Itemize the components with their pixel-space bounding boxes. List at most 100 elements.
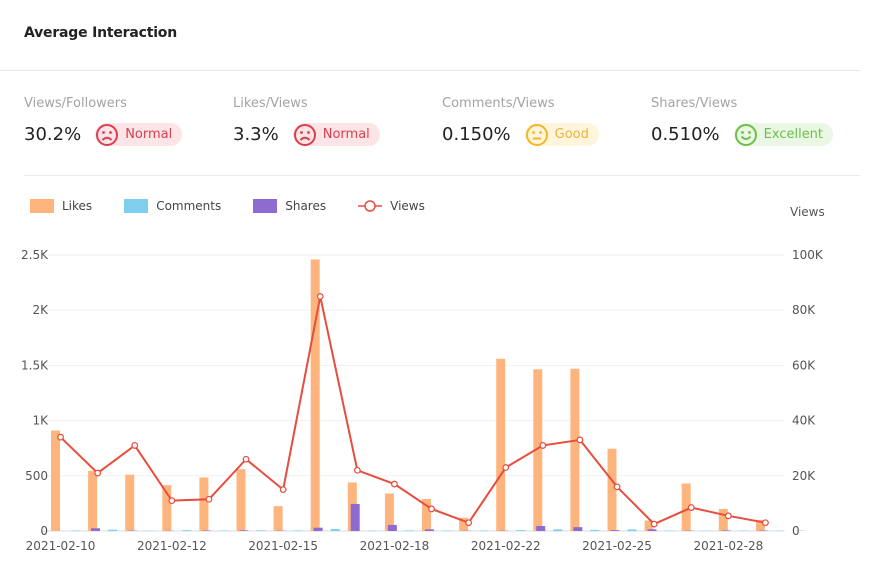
- y-tick-label: 500: [25, 469, 48, 483]
- bar-likes: [273, 506, 283, 531]
- bar-likes: [88, 470, 98, 531]
- bar-comments: [71, 530, 80, 531]
- sad-face-icon: [95, 123, 119, 147]
- x-tick-label: 2021-02-25: [582, 539, 652, 553]
- bar-likes: [644, 520, 654, 531]
- bar-likes: [125, 474, 135, 531]
- bar-shares: [536, 526, 546, 531]
- status-text: Good: [554, 127, 589, 142]
- bar-comments: [404, 530, 414, 531]
- views-point: [279, 486, 287, 494]
- views-point: [168, 497, 176, 505]
- legend-label: Views: [390, 199, 425, 213]
- views-point: [539, 442, 547, 449]
- metric-shares-per-views: Shares/Views 0.510% Excellent: [651, 96, 834, 147]
- legend-item-likes[interactable]: Likes: [30, 199, 92, 213]
- views-point: [650, 520, 658, 528]
- status-text: Normal: [125, 127, 173, 142]
- bar-likes: [310, 259, 320, 531]
- bar-shares: [313, 527, 323, 531]
- y2-tick-label: 20K: [792, 469, 816, 483]
- status-badge: Normal: [292, 123, 380, 146]
- status-badge: Good: [524, 123, 599, 147]
- y2-tick-label: 100K: [792, 248, 824, 262]
- bar-shares: [573, 527, 583, 531]
- views-point: [687, 504, 695, 511]
- metric-likes-per-views: Likes/Views 3.3% Normal: [233, 96, 380, 146]
- metric-views-per-followers: Views/Followers 30.2% Normal: [24, 96, 183, 147]
- views-point: [353, 466, 361, 474]
- views-point: [205, 495, 213, 503]
- bar-comments: [256, 530, 266, 531]
- y2-tick-label: 80K: [792, 303, 816, 317]
- bar-shares: [424, 529, 434, 531]
- happy-face-icon: [734, 123, 758, 147]
- bar-shares: [239, 530, 249, 531]
- bar-likes: [570, 368, 580, 531]
- x-tick-label: 2021-02-22: [471, 539, 541, 553]
- legend-swatch: [30, 199, 54, 213]
- views-point: [502, 464, 510, 471]
- y-tick-label: 1.5K: [21, 358, 49, 372]
- status-text: Normal: [322, 127, 370, 142]
- section-title: Average Interaction: [24, 25, 177, 41]
- views-point: [762, 519, 769, 527]
- bar-comments: [108, 529, 118, 531]
- metric-value: 30.2%: [24, 124, 82, 145]
- bar-likes: [347, 482, 357, 531]
- bar-likes: [755, 519, 765, 531]
- views-point: [391, 480, 398, 488]
- y-tick-label: 2K: [32, 303, 49, 317]
- bar-comments: [590, 529, 600, 531]
- views-point: [131, 442, 139, 449]
- chart-legend: Likes Comments Shares Views: [30, 199, 457, 213]
- y-tick-label: 0: [40, 524, 48, 538]
- y2-axis-title: Views: [790, 205, 825, 219]
- bar-comments: [479, 530, 489, 531]
- legend-item-views[interactable]: Views: [358, 199, 425, 213]
- bar-shares: [350, 503, 360, 531]
- interaction-chart: 0 500 1K 1.5K 2K 2.5K 0 20K 40K 60K 80K 100K Views 20…: [21, 205, 825, 553]
- y2-tick-label: 60K: [792, 358, 816, 372]
- bar-comments: [627, 529, 637, 531]
- bar-likes: [422, 498, 431, 531]
- x-tick-label: 2021-02-15: [248, 539, 318, 553]
- status-badge: Normal: [95, 123, 183, 147]
- line-marker-icon: [358, 200, 383, 212]
- metrics-divider: [24, 175, 860, 176]
- bar-shares: [610, 530, 620, 531]
- bar-likes: [384, 493, 394, 531]
- bar-likes: [199, 477, 209, 531]
- views-point: [465, 519, 473, 527]
- bar-comments: [293, 530, 303, 531]
- legend-item-shares[interactable]: Shares: [253, 199, 326, 213]
- neutral-face-icon: [525, 123, 549, 147]
- metric-label: Views/Followers: [24, 96, 127, 111]
- metric-value: 0.510%: [651, 124, 720, 145]
- legend-item-comments[interactable]: Comments: [124, 199, 221, 213]
- legend-swatch: [253, 199, 278, 213]
- bar-likes: [162, 485, 172, 531]
- views-point: [57, 433, 64, 441]
- metric-label: Likes/Views: [233, 96, 308, 111]
- views-point: [242, 455, 250, 463]
- views-point: [94, 469, 102, 477]
- views-point: [316, 293, 324, 300]
- legend-label: Comments: [156, 199, 222, 213]
- views-point: [613, 483, 621, 491]
- bar-likes: [459, 517, 469, 531]
- bar-comments: [553, 529, 563, 531]
- bar-shares: [387, 524, 397, 531]
- bar-shares: [91, 528, 100, 531]
- bar-comments: [182, 530, 192, 531]
- y-tick-label: 2.5K: [21, 248, 49, 262]
- legend-label: Likes: [62, 199, 93, 213]
- metric-comments-per-views: Comments/Views 0.150% Good: [442, 96, 599, 146]
- bar-comments: [330, 529, 340, 531]
- bar-likes: [236, 469, 246, 531]
- x-tick-label: 2021-02-12: [137, 539, 207, 553]
- status-badge: Excellent: [733, 123, 834, 147]
- header-divider: [0, 70, 860, 71]
- y-tick-label: 1K: [32, 414, 49, 428]
- x-tick-label: 2021-02-28: [693, 539, 763, 553]
